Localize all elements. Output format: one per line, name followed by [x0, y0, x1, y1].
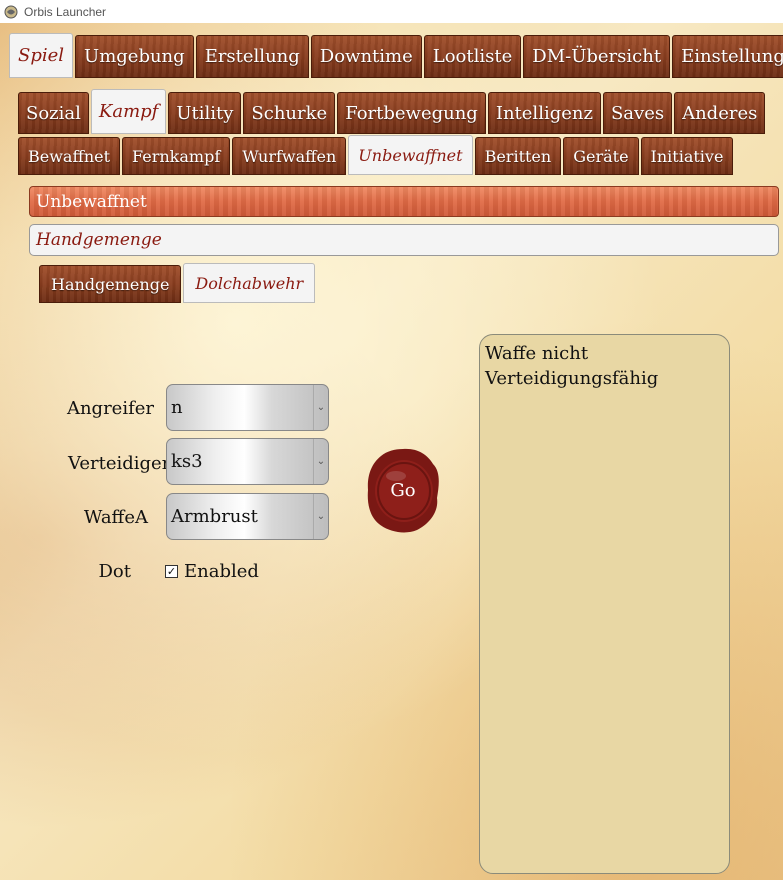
- tab-unbewaffnet[interactable]: Unbewaffnet: [348, 135, 473, 175]
- tab-wurfwaffen[interactable]: Wurfwaffen: [232, 137, 347, 175]
- tab-fernkampf[interactable]: Fernkampf: [122, 137, 231, 175]
- tab-geraete[interactable]: Geräte: [563, 137, 639, 175]
- tab-sozial[interactable]: Sozial: [18, 92, 89, 134]
- tab-schurke[interactable]: Schurke: [243, 92, 336, 134]
- tab-utility[interactable]: Utility: [168, 92, 242, 134]
- tab-fortbewegung[interactable]: Fortbewegung: [337, 92, 486, 134]
- chevron-down-icon: ⌄: [313, 494, 328, 539]
- go-button[interactable]: Go: [365, 446, 441, 534]
- defender-dropdown[interactable]: ks3 ⌄: [166, 438, 329, 485]
- dot-checkbox-label: Enabled: [184, 561, 259, 582]
- result-text: Waffe nicht Verteidigungsfähig: [485, 343, 659, 389]
- tab-kampf[interactable]: Kampf: [90, 89, 167, 134]
- tab-bewaffnet[interactable]: Bewaffnet: [18, 137, 121, 175]
- tab-dm-uebersicht[interactable]: DM-Übersicht: [523, 35, 671, 78]
- defender-value: ks3: [171, 451, 203, 472]
- category-tab-bar: Sozial Kampf Utility Schurke Fortbewegun…: [18, 89, 767, 134]
- dot-label: Dot: [98, 561, 131, 582]
- app-icon: [4, 5, 18, 18]
- tab-saves[interactable]: Saves: [602, 92, 673, 134]
- tab-anderes[interactable]: Anderes: [674, 92, 766, 134]
- section-header-unbewaffnet[interactable]: Unbewaffnet: [29, 186, 779, 217]
- combat-tab-bar: Bewaffnet Fernkampf Wurfwaffen Unbewaffn…: [18, 135, 735, 175]
- action-tab-bar: Handgemenge Dolchabwehr: [39, 263, 317, 303]
- chevron-down-icon: ⌄: [313, 385, 328, 430]
- tab-beritten[interactable]: Beritten: [474, 137, 562, 175]
- weapon-label: WaffeA: [83, 507, 148, 528]
- tab-downtime[interactable]: Downtime: [310, 35, 422, 78]
- attacker-value: n: [171, 397, 183, 418]
- go-button-label: Go: [390, 479, 416, 501]
- attacker-dropdown[interactable]: n ⌄: [166, 384, 329, 431]
- section-header-handgemenge[interactable]: Handgemenge: [29, 224, 779, 256]
- chevron-down-icon: ⌄: [313, 439, 328, 484]
- weapon-value: Armbrust: [171, 506, 258, 527]
- window-title: Orbis Launcher: [24, 4, 107, 19]
- tab-handgemenge[interactable]: Handgemenge: [39, 265, 182, 303]
- result-output: Waffe nicht Verteidigungsfähig: [479, 334, 730, 874]
- title-bar: Orbis Launcher: [0, 0, 783, 23]
- tab-umgebung[interactable]: Umgebung: [75, 35, 194, 78]
- tab-initiative[interactable]: Initiative: [640, 137, 734, 175]
- subsection-header-label: Handgemenge: [36, 230, 162, 250]
- tab-lootliste[interactable]: Lootliste: [423, 35, 522, 78]
- tab-dolchabwehr[interactable]: Dolchabwehr: [183, 263, 316, 303]
- tab-einstellungen[interactable]: Einstellungen: [672, 35, 783, 78]
- defender-label: Verteidiger: [68, 453, 171, 474]
- dot-checkbox[interactable]: ✓: [165, 565, 178, 578]
- main-tab-bar: Spiel Umgebung Erstellung Downtime Lootl…: [9, 33, 783, 78]
- tab-erstellung[interactable]: Erstellung: [195, 35, 309, 78]
- section-header-label: Unbewaffnet: [36, 191, 147, 212]
- tab-intelligenz[interactable]: Intelligenz: [487, 92, 601, 134]
- dot-checkbox-group: ✓ Enabled: [165, 561, 259, 582]
- weapon-dropdown[interactable]: Armbrust ⌄: [166, 493, 329, 540]
- tab-spiel[interactable]: Spiel: [9, 33, 74, 78]
- attacker-label: Angreifer: [66, 398, 154, 419]
